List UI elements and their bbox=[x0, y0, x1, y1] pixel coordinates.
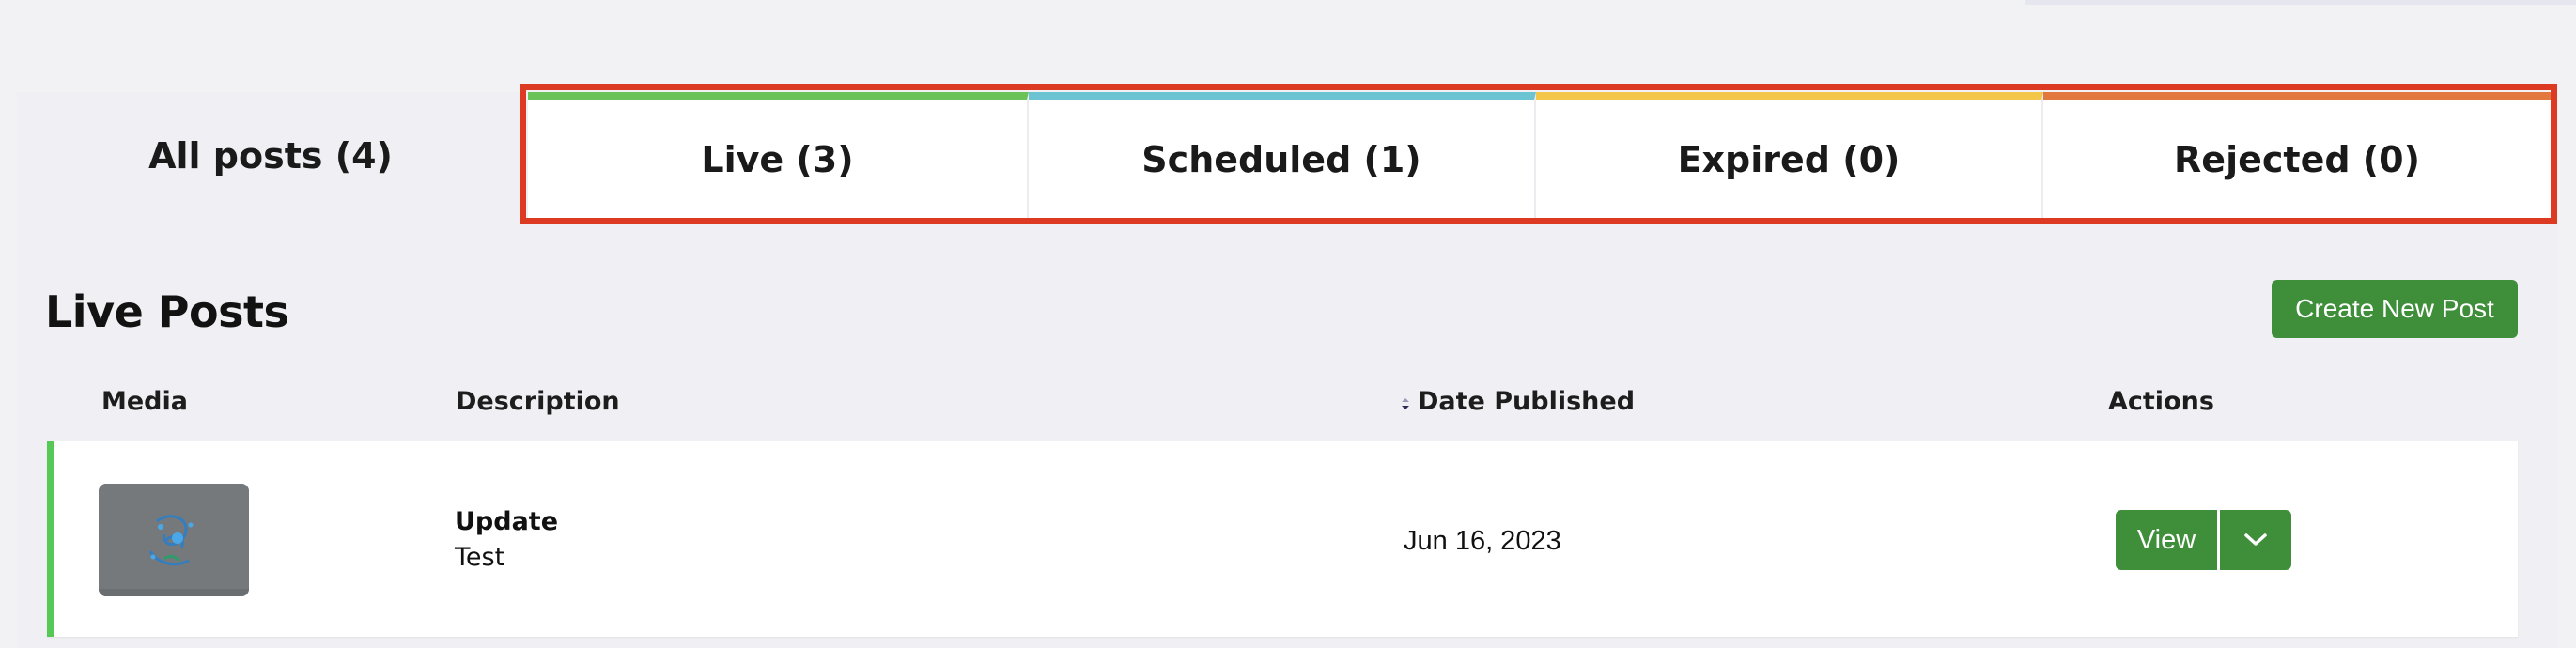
top-bar-edge bbox=[2025, 0, 2576, 5]
column-header-actions: Actions bbox=[2108, 387, 2214, 416]
chevron-down-icon bbox=[2244, 533, 2267, 546]
tab-live[interactable]: Live (3) bbox=[528, 92, 1029, 220]
actions-dropdown-button[interactable] bbox=[2220, 510, 2291, 570]
tab-all-posts[interactable]: All posts (4) bbox=[17, 92, 524, 220]
tab-scheduled[interactable]: Scheduled (1) bbox=[1029, 92, 1536, 220]
tab-rejected[interactable]: Rejected (0) bbox=[2043, 92, 2551, 220]
post-date: Jun 16, 2023 bbox=[1404, 526, 1561, 556]
section-title: Live Posts bbox=[45, 286, 289, 337]
post-description: Test bbox=[455, 543, 505, 572]
column-header-date-published[interactable]: Date Published bbox=[1418, 387, 1635, 416]
sort-icon[interactable] bbox=[1400, 396, 1411, 411]
column-header-description: Description bbox=[456, 387, 620, 416]
view-button[interactable]: View bbox=[2116, 510, 2217, 570]
column-header-media: Media bbox=[101, 387, 188, 416]
post-thumbnail[interactable] bbox=[99, 484, 249, 596]
create-new-post-button[interactable]: Create New Post bbox=[2272, 280, 2518, 338]
post-title: Update bbox=[455, 507, 559, 536]
tab-expired[interactable]: Expired (0) bbox=[1536, 92, 2043, 220]
thumbnail-image-icon bbox=[99, 484, 249, 596]
